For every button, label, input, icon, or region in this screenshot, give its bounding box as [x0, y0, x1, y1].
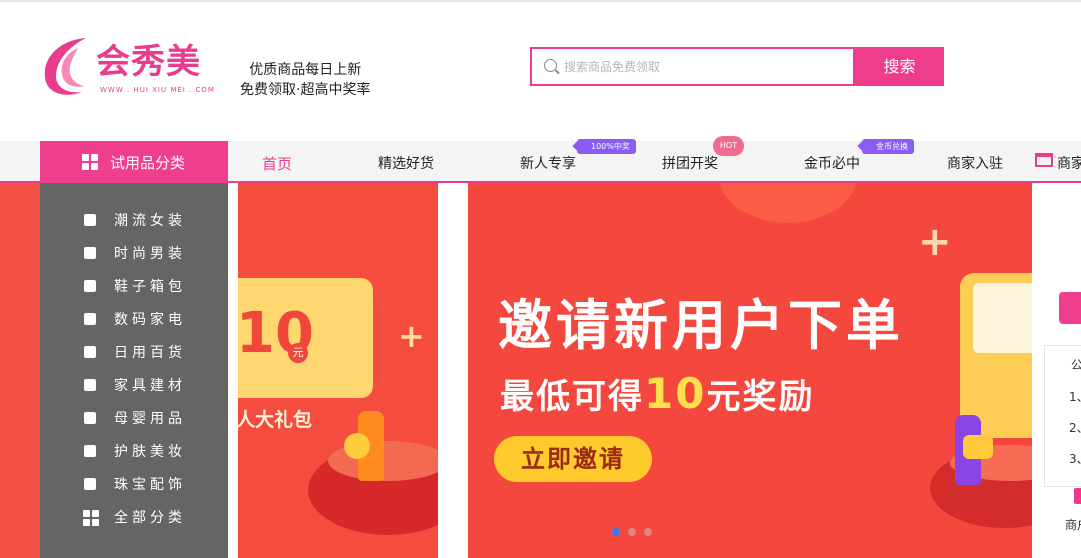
notice-title: 公 [1071, 358, 1081, 372]
category-label: 数码家电 [114, 312, 186, 328]
slogan-line-2: 免费领取·超高中奖率 [240, 82, 371, 98]
category-label: 母婴用品 [114, 411, 186, 427]
category-item-jewelry[interactable]: 珠宝配饰 [40, 468, 228, 501]
nav-group-draw[interactable]: 拼团开奖 [662, 153, 718, 173]
nav-new-user[interactable]: 新人专享 [520, 153, 576, 173]
category-label: 潮流女装 [114, 213, 186, 229]
site-logo[interactable]: 会秀美 WWW . HUI XIU MEI . COM [38, 34, 215, 100]
search-input[interactable] [564, 57, 844, 77]
carousel-dot-3[interactable] [644, 528, 652, 536]
category-label: 全部分类 [114, 510, 186, 526]
carousel-dot-1[interactable] [612, 528, 620, 536]
logo-text: 会秀美 [96, 42, 201, 82]
category-label: 时尚男装 [114, 246, 186, 262]
badge-coin-exchange: 金币兑换 [862, 139, 914, 154]
banner-background-left [0, 183, 40, 558]
notice-box: 公 1、 2、 3、 [1044, 345, 1081, 487]
nav-coins[interactable]: 金币必中 [804, 153, 860, 173]
banner-left-unit: 元 [288, 343, 308, 363]
plus-decoration-icon: + [398, 317, 425, 355]
nav-merchant-join[interactable]: 商家入驻 [947, 153, 1003, 173]
category-item-men[interactable]: 时尚男装 [40, 237, 228, 270]
banner-gap [438, 183, 468, 558]
notice-item[interactable]: 2、 [1069, 419, 1081, 436]
badge-100-percent: 100%中奖 [577, 139, 636, 154]
logo-swirl-icon [44, 38, 86, 95]
stroller-icon [84, 412, 96, 424]
category-label: 护肤美妆 [114, 444, 186, 460]
category-item-shoes[interactable]: 鞋子箱包 [40, 270, 228, 303]
banner-slide-invite[interactable]: 邀请新用户下单 最低可得10元奖励 立即邀请 + [468, 183, 1032, 558]
search-button[interactable]: 搜索 [855, 47, 944, 86]
notice-item[interactable]: 1、 [1069, 388, 1081, 405]
category-item-all[interactable]: 全部分类 [40, 501, 228, 534]
carousel-dot-2[interactable] [628, 528, 636, 536]
glow-decoration [718, 183, 858, 223]
hot-badge: HOT [713, 136, 744, 156]
user-avatar-button[interactable] [1059, 292, 1081, 324]
shop-icon [1035, 153, 1053, 167]
slogan-line-1: 优质商品每日上新 [249, 62, 362, 78]
search-box[interactable] [530, 47, 855, 86]
sofa-icon [84, 379, 96, 391]
coupon-inner-graphic [973, 283, 1032, 353]
slogan: 优质商品每日上新 免费领取·超高中奖率 [240, 60, 370, 100]
banner-slide-previous[interactable]: 10 元 人大礼包 + [238, 183, 438, 558]
subline-prefix: 最低可得 [500, 377, 644, 417]
notice-item[interactable]: 3、 [1069, 450, 1081, 467]
shirt-icon [84, 247, 96, 259]
category-item-digital[interactable]: 数码家电 [40, 303, 228, 336]
merchant-label[interactable]: 商户 [1065, 516, 1081, 533]
category-item-women[interactable]: 潮流女装 [40, 204, 228, 237]
category-tab-label: 试用品分类 [110, 154, 186, 172]
invite-button[interactable]: 立即邀请 [494, 436, 652, 482]
nav-featured[interactable]: 精选好货 [378, 153, 434, 173]
search-icon [544, 59, 557, 72]
bottle-icon [84, 346, 96, 358]
nav-home[interactable]: 首页 [262, 153, 292, 174]
logo-url: WWW . HUI XIU MEI . COM [100, 86, 215, 94]
appliance-icon [84, 313, 96, 325]
search-bar: 搜索 [530, 47, 944, 86]
banner-left-gift-text: 人大礼包 [238, 409, 313, 431]
grid-icon [83, 510, 99, 526]
subline-suffix: 元奖励 [706, 377, 815, 417]
category-label: 日用百货 [114, 345, 186, 361]
banner-headline: 邀请新用户下单 [498, 294, 904, 357]
coin-stack-illustration [963, 435, 993, 459]
category-item-furniture[interactable]: 家具建材 [40, 369, 228, 402]
category-item-daily[interactable]: 日用百货 [40, 336, 228, 369]
top-divider [0, 0, 1081, 2]
nav-merchant[interactable]: 商家 [1057, 153, 1081, 173]
category-item-beauty[interactable]: 护肤美妆 [40, 435, 228, 468]
banner-subline: 最低可得10元奖励 [500, 369, 814, 418]
diamond-icon [84, 478, 96, 490]
category-label: 鞋子箱包 [114, 279, 186, 295]
category-tab[interactable]: 试用品分类 [40, 141, 228, 183]
plus-decoration-icon: + [918, 219, 952, 265]
subline-highlight: 10 [644, 369, 707, 418]
shoe-icon [84, 280, 96, 292]
category-label: 家具建材 [114, 378, 186, 394]
dress-icon [84, 214, 96, 226]
category-sidebar: 潮流女装 时尚男装 鞋子箱包 数码家电 日用百货 家具建材 母婴用品 护肤美妆 … [40, 183, 228, 558]
grid-icon [82, 154, 98, 170]
coin-illustration [344, 433, 370, 459]
category-item-baby[interactable]: 母婴用品 [40, 402, 228, 435]
category-label: 珠宝配饰 [114, 477, 186, 493]
merchant-icon [1074, 488, 1081, 504]
cosmetics-icon [84, 445, 96, 457]
